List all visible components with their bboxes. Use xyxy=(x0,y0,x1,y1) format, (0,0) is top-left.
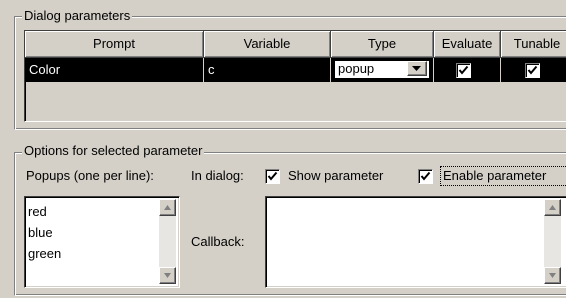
column-header-evaluate[interactable]: Evaluate xyxy=(434,31,501,58)
scroll-down-button[interactable] xyxy=(159,267,176,284)
enable-parameter-label[interactable]: Enable parameter xyxy=(440,166,566,186)
callback-textarea[interactable] xyxy=(265,196,566,288)
variable-cell[interactable]: c xyxy=(204,58,331,82)
show-parameter-label[interactable]: Show parameter xyxy=(288,168,383,184)
type-select[interactable]: popup xyxy=(334,60,430,79)
scroll-down-button[interactable] xyxy=(544,267,561,284)
chevron-up-icon xyxy=(164,205,171,210)
show-parameter-checkbox[interactable] xyxy=(265,169,280,184)
checkmark-icon xyxy=(420,171,431,181)
column-header-type[interactable]: Type xyxy=(331,31,434,58)
checkmark-icon xyxy=(527,65,538,75)
popups-textarea[interactable]: red blue green xyxy=(24,196,180,288)
chevron-down-icon xyxy=(549,273,556,278)
column-header-variable[interactable]: Variable xyxy=(204,31,331,58)
checkmark-icon xyxy=(458,65,469,75)
scroll-up-button[interactable] xyxy=(159,199,176,216)
dialog-parameters-legend: Dialog parameters xyxy=(22,8,133,24)
chevron-down-icon xyxy=(164,273,171,278)
popup-line: red xyxy=(28,204,47,219)
tunable-checkbox[interactable] xyxy=(525,63,540,78)
column-header-tunable[interactable]: Tunable xyxy=(501,31,566,58)
type-cell: popup xyxy=(331,58,434,82)
popup-line: blue xyxy=(28,225,53,240)
options-legend: Options for selected parameter xyxy=(22,143,205,159)
chevron-up-icon xyxy=(549,205,556,210)
callback-scrollbar[interactable] xyxy=(544,199,561,284)
prompt-cell[interactable]: Color xyxy=(25,58,204,82)
chevron-down-icon[interactable] xyxy=(407,61,427,76)
tunable-cell xyxy=(501,58,566,82)
callback-label: Callback: xyxy=(191,234,245,249)
popups-scrollbar[interactable] xyxy=(159,199,176,284)
checkmark-icon xyxy=(267,171,278,181)
in-dialog-label: In dialog: xyxy=(191,168,244,183)
popups-label: Popups (one per line): xyxy=(26,168,154,183)
popups-lines: red blue green xyxy=(25,201,61,264)
evaluate-cell xyxy=(434,58,501,82)
parameters-table[interactable]: Prompt Variable Type Evaluate Tunable Co… xyxy=(24,30,566,122)
column-header-prompt[interactable]: Prompt xyxy=(25,31,204,58)
scroll-up-button[interactable] xyxy=(544,199,561,216)
popup-line: green xyxy=(28,246,62,261)
evaluate-checkbox[interactable] xyxy=(456,63,471,78)
type-select-value: popup xyxy=(338,61,375,76)
enable-parameter-checkbox[interactable] xyxy=(418,169,433,184)
